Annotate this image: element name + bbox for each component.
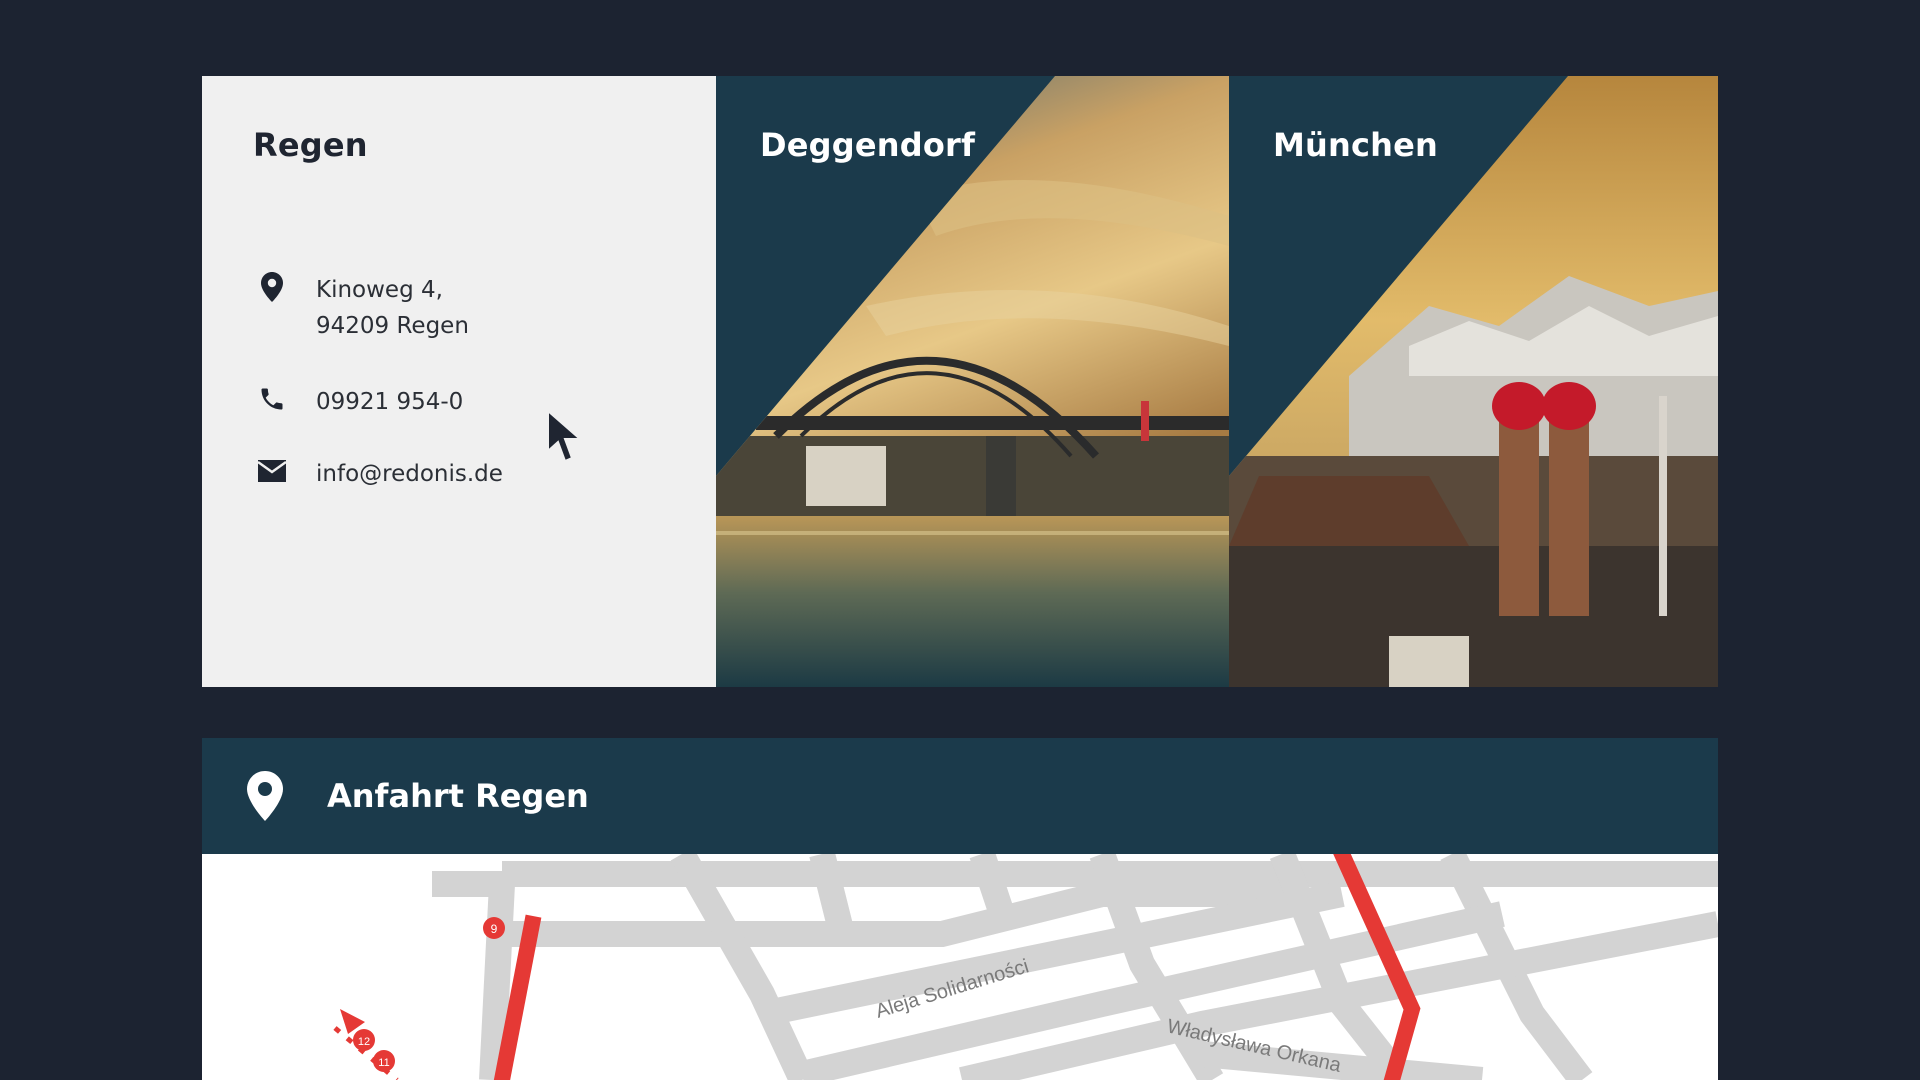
phone-link[interactable]: 09921 954-0 bbox=[316, 389, 463, 415]
mail-icon bbox=[257, 456, 287, 486]
location-pin-icon bbox=[257, 272, 287, 302]
svg-text:11: 11 bbox=[378, 1057, 389, 1069]
location-title-deggendorf: Deggendorf bbox=[760, 126, 976, 164]
directions-header: Anfahrt Regen bbox=[202, 738, 1718, 854]
location-card-deggendorf[interactable]: Deggendorf bbox=[716, 76, 1229, 687]
map-marker[interactable]: 9 bbox=[483, 917, 505, 939]
map-marker[interactable]: 12 bbox=[353, 1029, 375, 1051]
muenchen-frauenkirche-photo bbox=[1229, 76, 1718, 687]
location-card-muenchen[interactable]: München bbox=[1229, 76, 1718, 687]
location-title-regen: Regen bbox=[253, 126, 368, 164]
directions-title: Anfahrt Regen bbox=[327, 777, 589, 815]
location-card-regen: Regen Kinoweg 4, 94209 Regen 09921 954-0… bbox=[202, 76, 716, 687]
address-line2: 94209 Regen bbox=[316, 313, 469, 339]
email-link[interactable]: info@redonis.de bbox=[316, 461, 503, 487]
deggendorf-bridge-photo bbox=[716, 76, 1229, 687]
address-row: Kinoweg 4, 94209 Regen bbox=[257, 272, 469, 344]
svg-text:12: 12 bbox=[358, 1036, 370, 1048]
location-pin-icon bbox=[247, 771, 287, 821]
map-marker[interactable]: 11 bbox=[373, 1050, 395, 1072]
location-title-muenchen: München bbox=[1273, 126, 1439, 164]
email-row: info@redonis.de bbox=[257, 456, 503, 492]
phone-row: 09921 954-0 bbox=[257, 384, 463, 420]
address-line1: Kinoweg 4, bbox=[316, 277, 443, 303]
svg-text:9: 9 bbox=[491, 922, 498, 936]
route-map[interactable]: 9 12 11 Aleja Solidarności Władysława Or… bbox=[202, 854, 1718, 1080]
phone-icon bbox=[257, 384, 287, 414]
location-cards: Regen Kinoweg 4, 94209 Regen 09921 954-0… bbox=[202, 76, 1718, 687]
mouse-cursor-icon bbox=[546, 408, 583, 469]
